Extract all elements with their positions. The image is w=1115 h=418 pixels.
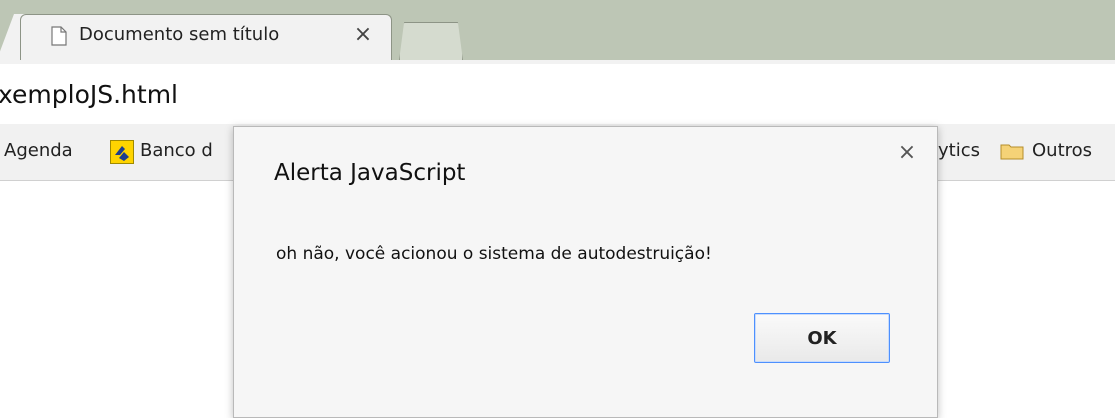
address-input[interactable]: xemploJS.html	[0, 80, 178, 109]
folder-icon	[1000, 144, 1024, 160]
tab-title: Documento sem título	[79, 24, 280, 45]
tab-close-icon[interactable]: ×	[352, 24, 374, 46]
dialog-title: Alerta JavaScript	[274, 160, 466, 186]
bookmark-agenda[interactable]: Agenda	[4, 140, 73, 161]
close-icon[interactable]: ×	[896, 142, 918, 164]
bookmark-banco[interactable]: Banco d	[140, 140, 213, 161]
new-tab-button[interactable]	[399, 22, 463, 61]
bookmark-outros[interactable]: Outros	[1032, 140, 1092, 161]
ok-button[interactable]: OK	[754, 313, 890, 363]
dialog-message: oh não, você acionou o sistema de autode…	[276, 244, 712, 264]
banco-do-brasil-icon	[110, 140, 134, 164]
bookmark-analytics[interactable]: ytics	[938, 140, 980, 161]
page-icon	[51, 26, 67, 46]
